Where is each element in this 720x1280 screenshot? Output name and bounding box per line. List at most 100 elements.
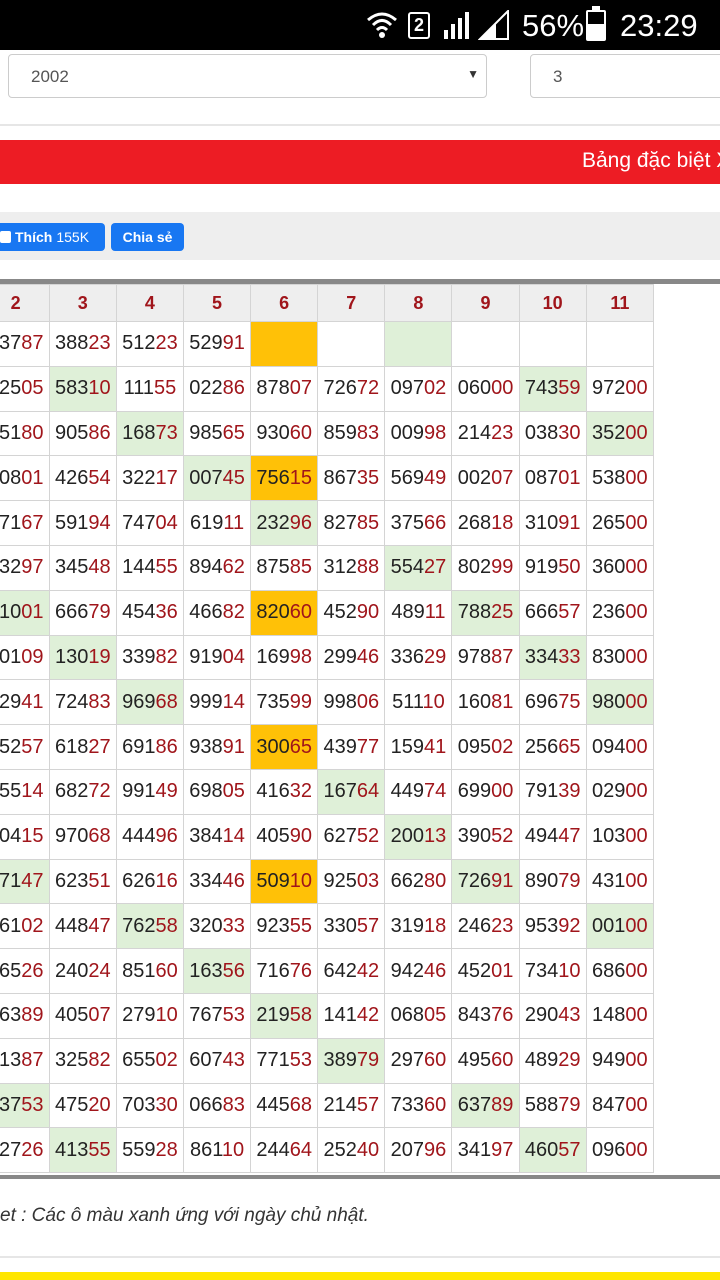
result-prefix: 404 [0, 825, 22, 848]
result-cell: 94900 [585, 1037, 655, 1084]
result-prefix: 802 [457, 556, 492, 579]
result-last-two-digits: 53 [222, 1004, 245, 1027]
result-prefix: 843 [457, 1004, 492, 1027]
result-prefix: 141 [323, 1004, 357, 1027]
result-last-two-digits: 57 [356, 914, 380, 937]
result-last-two-digits: 18 [423, 914, 447, 937]
result-prefix: 938 [189, 735, 223, 758]
clock: 23:29 [620, 8, 698, 43]
table-row: 4716759194747046191123296827853756626818… [0, 500, 655, 546]
result-last-two-digits: 97 [21, 556, 44, 579]
result-prefix: 466 [189, 601, 223, 624]
result-cell: 21958 [250, 992, 319, 1039]
result-prefix: 970 [54, 825, 89, 848]
result-cell: 83000 [585, 634, 655, 681]
result-last-two-digits: 17 [155, 466, 178, 489]
result-last-two-digits: 86 [155, 735, 178, 758]
result-cell: 82060 [250, 589, 319, 636]
result-prefix: 236 [592, 601, 626, 624]
result-cell: 76753 [182, 992, 252, 1039]
result-last-two-digits: 47 [88, 914, 111, 937]
result-cell: 29946 [317, 634, 386, 681]
result-prefix: 830 [592, 645, 626, 668]
year-select-value: 2002 [31, 67, 69, 86]
result-cell: 61827 [48, 724, 117, 770]
result-cell: 29760 [384, 1037, 453, 1084]
result-last-two-digits: 07 [289, 377, 312, 400]
table-header-row: 1234567891011 [0, 284, 655, 322]
result-cell: 25240 [317, 1127, 386, 1174]
result-last-two-digits: 60 [491, 1049, 514, 1072]
like-button[interactable]: Thích 155K [0, 223, 105, 251]
result-cell: 55427 [384, 544, 453, 591]
month-select[interactable]: 3 [530, 54, 720, 98]
result-last-two-digits: 10 [289, 869, 312, 892]
result-prefix: 360 [592, 556, 626, 579]
result-prefix: 980 [592, 690, 626, 713]
result-prefix: 991 [122, 780, 156, 803]
result-last-two-digits: 86 [88, 421, 111, 444]
result-prefix: 953 [524, 914, 559, 937]
result-prefix: 626 [122, 869, 156, 892]
result-cell: 31091 [518, 500, 587, 546]
result-last-two-digits: 98 [289, 645, 312, 668]
table-row: 5551468272991496980541632167644497469900… [0, 768, 655, 815]
result-cell: 27910 [115, 992, 184, 1039]
result-cell: 38414 [182, 813, 252, 860]
result-prefix: 475 [54, 1093, 89, 1116]
result-cell: 29043 [518, 992, 587, 1039]
result-prefix: 554 [390, 556, 424, 579]
result-cell: 69900 [451, 768, 520, 815]
result-prefix: 623 [54, 869, 89, 892]
result-prefix: 336 [390, 645, 424, 668]
result-prefix: 169 [256, 645, 290, 668]
result-prefix: 148 [592, 1004, 626, 1027]
legend-note: et : Các ô màu xanh ứng với ngày chủ nhậ… [0, 1205, 369, 1226]
result-last-two-digits: 40 [356, 1138, 380, 1161]
result-cell: 66657 [518, 589, 587, 636]
result-last-two-digits: 46 [423, 959, 447, 982]
result-last-two-digits: 00 [625, 1004, 648, 1027]
result-last-two-digits: 30 [558, 421, 581, 444]
result-last-two-digits: 36 [155, 601, 178, 624]
result-cell: 45436 [115, 589, 184, 636]
result-cell: 49560 [451, 1037, 520, 1084]
result-prefix: 168 [122, 421, 156, 444]
share-button[interactable]: Chia sẻ [111, 223, 184, 251]
result-last-two-digits: 60 [289, 421, 312, 444]
result-last-two-digits: 64 [289, 1138, 312, 1161]
result-last-two-digits: 00 [491, 377, 514, 400]
result-last-two-digits: 76 [491, 1004, 514, 1027]
result-prefix: 388 [54, 332, 89, 355]
result-cell: 60743 [182, 1037, 252, 1084]
result-cell: 09600 [585, 1127, 655, 1174]
result-last-two-digits: 79 [88, 601, 111, 624]
year-select[interactable]: 2002 ▼ [8, 54, 487, 98]
result-prefix: 618 [54, 735, 89, 758]
result-last-two-digits: 35 [356, 466, 380, 489]
result-prefix: 334 [189, 869, 223, 892]
results-table-container[interactable]: 1234567891011 73787388235122352991625055… [0, 279, 720, 1179]
result-last-two-digits: 72 [88, 780, 111, 803]
result-prefix: 160 [457, 690, 492, 713]
result-prefix: 691 [122, 735, 156, 758]
result-last-two-digits: 00 [625, 1138, 648, 1161]
result-last-two-digits: 00 [625, 556, 648, 579]
result-last-two-digits: 32 [289, 780, 312, 803]
result-prefix: 111 [123, 377, 154, 400]
result-cell: 33753 [0, 1082, 50, 1129]
result-prefix: 583 [54, 377, 89, 400]
result-prefix: 087 [524, 466, 559, 489]
result-last-two-digits: 48 [88, 556, 111, 579]
sim-icon: 2 [408, 12, 430, 39]
result-cell: 15941 [384, 724, 453, 770]
result-cell: 08701 [518, 455, 587, 502]
result-cell: 26818 [451, 500, 520, 546]
result-cell: 73410 [518, 948, 587, 994]
result-cell: 23297 [0, 544, 50, 591]
result-prefix: 094 [592, 735, 626, 758]
result-last-two-digits: 41 [21, 690, 44, 713]
result-last-two-digits: 00 [625, 1049, 648, 1072]
result-last-two-digits: 00 [625, 735, 648, 758]
result-prefix: 999 [189, 690, 223, 713]
